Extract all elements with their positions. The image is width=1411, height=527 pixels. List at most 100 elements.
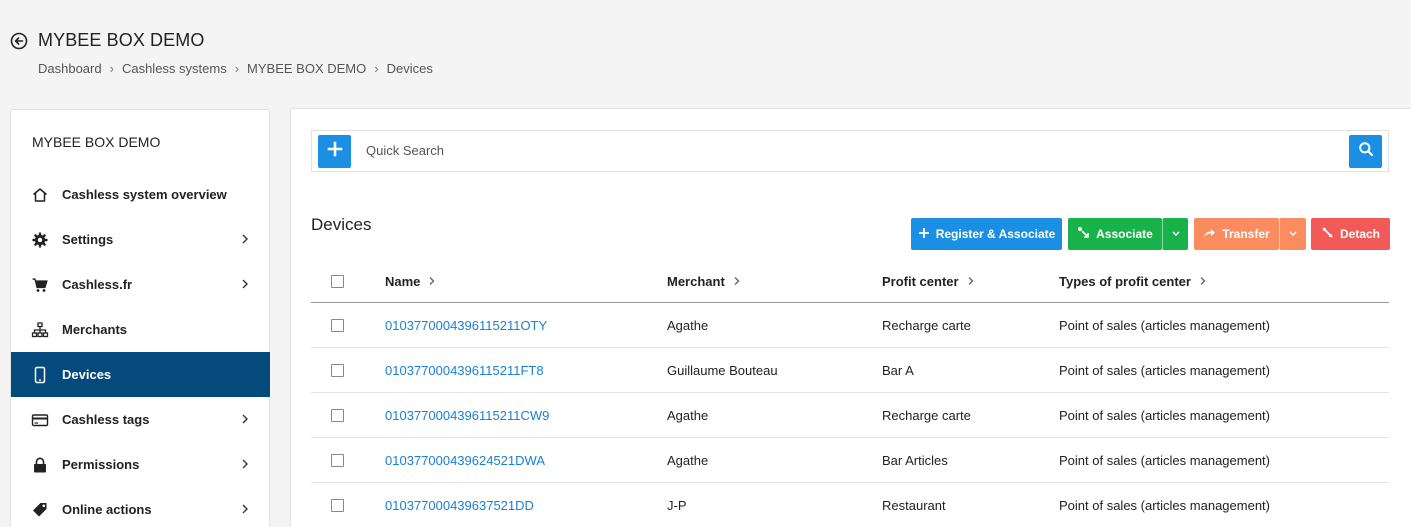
column-label: Merchant — [667, 274, 725, 289]
checkbox-box — [331, 454, 344, 467]
plus-icon — [327, 141, 343, 162]
devices-table: Name Merchant Profit center Types of pro… — [311, 267, 1389, 527]
device-link[interactable]: 010377000439637521DD — [385, 498, 534, 513]
sort-chevron-icon — [1199, 274, 1207, 289]
row-checkbox[interactable] — [331, 319, 344, 332]
chevron-right-icon — [240, 233, 250, 245]
checkbox-box — [331, 319, 344, 332]
table-header: Name Merchant Profit center Types of pro… — [311, 267, 1389, 303]
share-arrow-icon — [1203, 227, 1216, 242]
back-arrow-icon[interactable] — [10, 32, 28, 50]
device-name-cell: 0103770004396115211CW9 — [385, 408, 549, 423]
chevron-right-icon — [240, 413, 250, 425]
profit-center-cell: Recharge carte — [882, 408, 971, 423]
org-chart-icon — [31, 321, 49, 339]
column-label: Name — [385, 274, 421, 289]
merchant-cell: J-P — [667, 498, 687, 513]
profit-center-cell: Bar Articles — [882, 453, 948, 468]
associate-button[interactable]: Associate — [1068, 218, 1162, 250]
title-row: MYBEE BOX DEMO — [10, 30, 204, 51]
sidebar-nav: Cashless system overview Settings Cashle… — [11, 172, 270, 527]
gear-icon — [31, 231, 49, 249]
column-header-types[interactable]: Types of profit center — [1059, 274, 1207, 289]
type-cell: Point of sales (articles management) — [1059, 408, 1270, 423]
column-label: Types of profit center — [1059, 274, 1191, 289]
breadcrumb-dashboard[interactable]: Dashboard — [38, 61, 102, 76]
sidebar-title: MYBEE BOX DEMO — [32, 134, 161, 150]
profit-center-cell: Recharge carte — [882, 318, 971, 333]
sidebar-item-label: Online actions — [62, 502, 152, 517]
sidebar-item-cashless-system-overview[interactable]: Cashless system overview — [11, 172, 270, 217]
checkbox-box — [331, 275, 344, 288]
sidebar-item-cashless-tags[interactable]: Cashless tags — [11, 397, 270, 442]
breadcrumb-system[interactable]: MYBEE BOX DEMO — [247, 61, 366, 76]
detach-button[interactable]: Detach — [1311, 218, 1390, 250]
type-cell: Point of sales (articles management) — [1059, 453, 1270, 468]
sidebar-item-permissions[interactable]: Permissions — [11, 442, 270, 487]
device-link[interactable]: 0103770004396115211FT8 — [385, 363, 544, 378]
register-associate-label: Register & Associate — [935, 227, 1056, 241]
link-arrow-icon — [1077, 226, 1090, 242]
checkbox-box — [331, 499, 344, 512]
transfer-button[interactable]: Transfer — [1194, 218, 1279, 250]
device-link[interactable]: 0103770004396115211OTY — [385, 318, 547, 333]
chevron-down-icon — [1171, 227, 1181, 241]
register-associate-button[interactable]: Register & Associate — [911, 218, 1062, 250]
row-checkbox[interactable] — [331, 409, 344, 422]
add-button[interactable] — [318, 135, 351, 168]
sidebar-item-label: Merchants — [62, 322, 128, 337]
device-name-cell: 0103770004396115211OTY — [385, 318, 547, 333]
tags-icon — [31, 501, 49, 519]
column-header-profit-center[interactable]: Profit center — [882, 274, 975, 289]
table-row: 010377000439637521DD J-P Restaurant Poin… — [311, 483, 1389, 527]
phone-icon — [31, 366, 49, 384]
sidebar-item-cashless-fr[interactable]: Cashless.fr — [11, 262, 270, 307]
cart-icon — [31, 276, 49, 294]
sidebar-item-label: Devices — [62, 367, 112, 382]
search-bar — [311, 130, 1389, 172]
lock-icon — [31, 456, 49, 474]
plus-icon — [918, 227, 930, 242]
chevron-down-icon — [1288, 227, 1298, 241]
unlink-icon — [1321, 226, 1334, 242]
sidebar-item-label: Permissions — [62, 457, 140, 472]
sidebar-item-merchants[interactable]: Merchants — [11, 307, 270, 352]
chevron-right-icon — [240, 503, 250, 515]
row-checkbox[interactable] — [331, 454, 344, 467]
chevron-right-icon — [240, 278, 250, 290]
sidebar-item-label: Cashless tags — [62, 412, 150, 427]
type-cell: Point of sales (articles management) — [1059, 363, 1270, 378]
device-link[interactable]: 010377000439624521DWA — [385, 453, 545, 468]
search-button[interactable] — [1349, 135, 1382, 168]
merchant-cell: Agathe — [667, 318, 709, 333]
row-checkbox[interactable] — [331, 364, 344, 377]
device-link[interactable]: 0103770004396115211CW9 — [385, 408, 549, 423]
column-header-merchant[interactable]: Merchant — [667, 274, 741, 289]
profit-center-cell: Bar A — [882, 363, 914, 378]
search-input[interactable] — [366, 143, 1266, 158]
sidebar: MYBEE BOX DEMO Cashless system overview … — [10, 109, 270, 527]
sidebar-item-label: Settings — [62, 232, 114, 247]
checkbox-box — [331, 409, 344, 422]
breadcrumb-separator: › — [109, 61, 114, 76]
column-label: Profit center — [882, 274, 959, 289]
transfer-dropdown-toggle[interactable] — [1279, 218, 1306, 250]
breadcrumb: Dashboard › Cashless systems › MYBEE BOX… — [38, 61, 433, 76]
sidebar-item-label: Cashless.fr — [62, 277, 133, 292]
sidebar-item-settings[interactable]: Settings — [11, 217, 270, 262]
device-name-cell: 0103770004396115211FT8 — [385, 363, 544, 378]
breadcrumb-devices: Devices — [386, 61, 433, 76]
sort-chevron-icon — [967, 274, 975, 289]
breadcrumb-cashless-systems[interactable]: Cashless systems — [122, 61, 227, 76]
type-cell: Point of sales (articles management) — [1059, 498, 1270, 513]
sidebar-item-online-actions[interactable]: Online actions — [11, 487, 270, 527]
merchant-cell: Agathe — [667, 453, 709, 468]
associate-dropdown-toggle[interactable] — [1162, 218, 1188, 250]
row-checkbox[interactable] — [331, 499, 344, 512]
sidebar-item-devices[interactable]: Devices — [11, 352, 270, 397]
select-all-checkbox[interactable] — [331, 274, 344, 288]
column-header-name[interactable]: Name — [385, 274, 436, 289]
table-row: 010377000439624521DWA Agathe Bar Article… — [311, 438, 1389, 483]
sidebar-item-label: Cashless system overview — [62, 187, 227, 202]
associate-label: Associate — [1096, 227, 1153, 241]
